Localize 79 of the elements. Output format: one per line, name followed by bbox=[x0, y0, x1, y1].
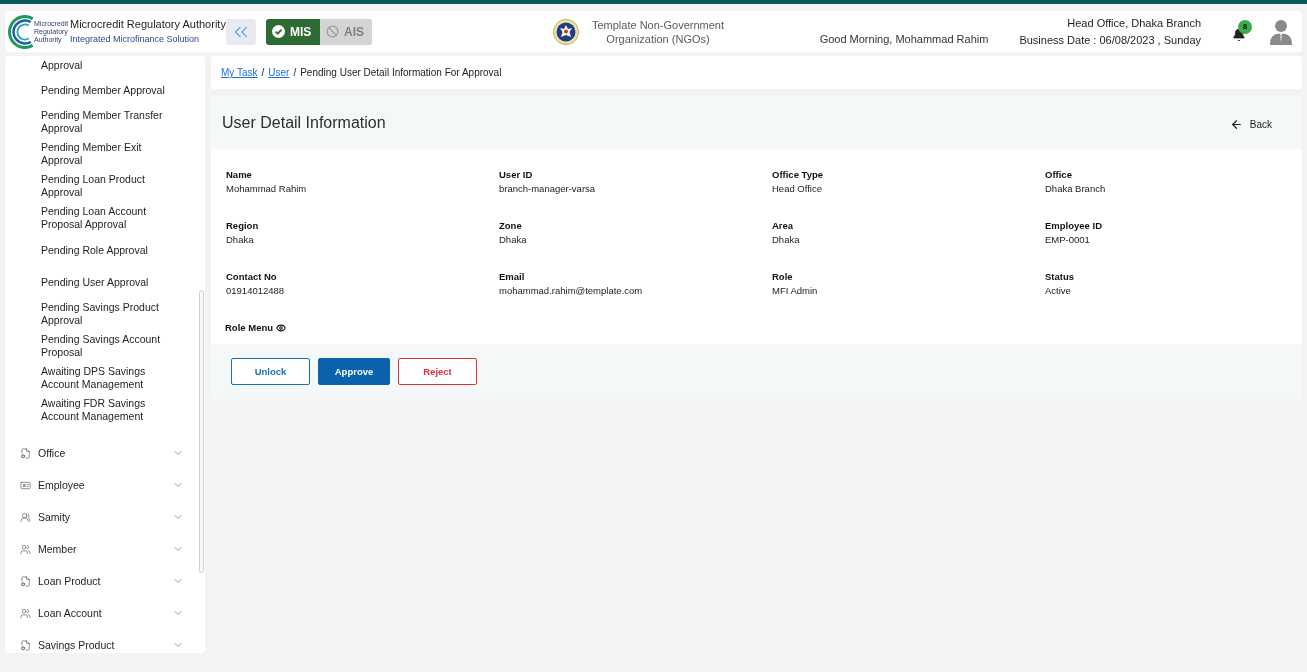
organization-name: Template Non-Government Organization (NGOs) bbox=[590, 17, 726, 46]
sidebar-menu-item[interactable]: Pending Savings Product Approval bbox=[41, 298, 171, 330]
office-name: Head Office, Dhaka Branch bbox=[1067, 15, 1201, 31]
field-label: Contact No bbox=[226, 270, 278, 284]
breadcrumb-separator: / bbox=[293, 67, 297, 78]
field-label: Role bbox=[772, 270, 794, 284]
user-avatar-icon[interactable] bbox=[1270, 18, 1292, 45]
sidebar-menu-item[interactable]: Pending Loan Product Approval bbox=[41, 170, 171, 202]
sidebar-menu-item[interactable]: Pending User Approval bbox=[41, 266, 171, 298]
action-button[interactable]: Approve bbox=[318, 358, 390, 385]
breadcrumb-separator: / bbox=[261, 67, 265, 78]
field-value: MFI Admin bbox=[772, 284, 819, 298]
field-label: Region bbox=[226, 219, 260, 233]
sidebar-menu-item[interactable]: Awaiting FDR Savings Account Management bbox=[41, 394, 171, 426]
sidebar-menu-item[interactable]: Pending Role Approval bbox=[41, 234, 171, 266]
breadcrumb-link[interactable]: My Task bbox=[221, 67, 258, 78]
notification-count: 8 bbox=[1238, 19, 1252, 34]
people-icon bbox=[20, 543, 31, 555]
sidebar-menu-item[interactable]: Pending Savings Account Proposal bbox=[41, 330, 171, 362]
logo-arcs-icon bbox=[8, 14, 34, 49]
sidebar-group-item[interactable]: Member bbox=[38, 543, 77, 555]
action-button[interactable]: Reject bbox=[398, 358, 477, 385]
sidebar-group-item[interactable]: Office bbox=[38, 447, 66, 459]
sidebar-menu-item[interactable]: Pending Loan Account Proposal Approval bbox=[41, 202, 171, 234]
field-value: Mohammad Rahim bbox=[226, 182, 308, 196]
sidebar-group-item[interactable]: Loan Account bbox=[38, 607, 102, 619]
document-gear-icon bbox=[20, 447, 31, 459]
document-gear-icon bbox=[20, 575, 31, 587]
card-title: User Detail Information bbox=[222, 113, 386, 132]
module-tab[interactable]: MIS bbox=[266, 18, 320, 45]
notification-bell-icon[interactable] bbox=[1232, 27, 1246, 42]
document-gear-icon bbox=[20, 639, 31, 651]
id-card-icon bbox=[20, 479, 31, 491]
sidebar-menu-item[interactable]: Approval bbox=[41, 56, 171, 74]
seal-icon bbox=[553, 18, 579, 45]
field-label: User ID bbox=[499, 168, 534, 182]
field-value: Head Office bbox=[772, 182, 823, 196]
eye-icon[interactable] bbox=[276, 323, 287, 333]
sidebar-menu-item[interactable]: Awaiting DPS Savings Account Management bbox=[41, 362, 171, 394]
back-button[interactable]: Back bbox=[1229, 117, 1272, 131]
field-value: Dhaka bbox=[499, 233, 528, 247]
field-value: branch-manager-varsa bbox=[499, 182, 597, 196]
field-label: Area bbox=[772, 219, 795, 233]
field-value: EMP-0001 bbox=[1045, 233, 1091, 247]
sidebar-group-item[interactable]: Savings Product bbox=[38, 639, 115, 651]
greeting-text: Good Morning, Mohammad Rahim bbox=[819, 32, 989, 47]
field-label: Office Type bbox=[772, 168, 825, 182]
breadcrumb-link[interactable]: User bbox=[268, 67, 290, 78]
ban-icon bbox=[326, 25, 339, 38]
sidebar-group-item[interactable]: Samity bbox=[38, 511, 71, 523]
field-value: 01914012488 bbox=[226, 284, 286, 298]
field-label: Status bbox=[1045, 270, 1076, 284]
scrollbar[interactable] bbox=[199, 290, 204, 573]
field-value: Dhaka bbox=[226, 233, 255, 247]
field-value: Dhaka bbox=[772, 233, 801, 247]
field-value: Active bbox=[1045, 284, 1072, 298]
people-icon bbox=[20, 607, 31, 619]
field-label: Name bbox=[226, 168, 253, 182]
field-label: Email bbox=[499, 270, 526, 284]
app-subtitle: Integrated Microfinance Solution bbox=[70, 33, 201, 46]
business-date: Business Date : 06/08/2023 , Sunday bbox=[1019, 32, 1201, 48]
collapse-sidebar-button[interactable] bbox=[226, 18, 256, 45]
arrow-left-icon bbox=[1229, 117, 1243, 131]
field-value: Dhaka Branch bbox=[1045, 182, 1107, 196]
role-menu-label: Role Menu bbox=[225, 321, 274, 335]
sidebar-menu-item[interactable]: Pending Member Exit Approval bbox=[41, 138, 171, 170]
check-circle-icon bbox=[272, 25, 285, 38]
app-title: Microcredit Regulatory Authority bbox=[70, 17, 226, 32]
group-icon bbox=[20, 511, 31, 523]
field-label: Office bbox=[1045, 168, 1073, 182]
sidebar-menu-item[interactable]: Pending Member Transfer Approval bbox=[41, 106, 171, 138]
breadcrumb-current: Pending User Detail Information For Approval bbox=[300, 67, 502, 78]
field-value: mohammad.rahim@template.com bbox=[499, 284, 644, 298]
field-label: Zone bbox=[499, 219, 523, 233]
sidebar-menu-item[interactable]: Pending Member Approval bbox=[41, 74, 171, 106]
action-button[interactable]: Unlock bbox=[231, 358, 310, 385]
field-label: Employee ID bbox=[1045, 219, 1104, 233]
sidebar-group-item[interactable]: Employee bbox=[38, 479, 85, 491]
sidebar-group-item[interactable]: Loan Product bbox=[38, 575, 101, 587]
